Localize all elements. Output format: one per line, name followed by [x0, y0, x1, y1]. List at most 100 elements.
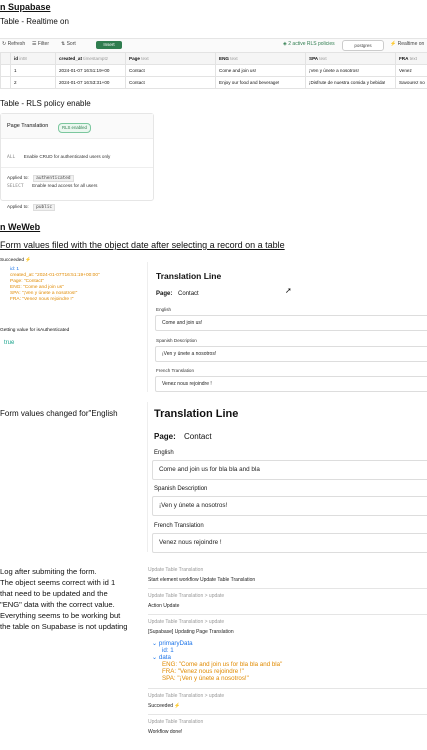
table-row[interactable]: 2 2024-01-07 16:53:31+00 Contact Enjoy o…: [0, 76, 427, 89]
spanish-input[interactable]: ¡Ven y únete a nosotros!: [155, 346, 427, 362]
refresh-button[interactable]: ↻ Refresh: [2, 41, 25, 47]
realtime-subheading: Table - Realtime on: [0, 17, 69, 26]
sort-label: Sort: [66, 41, 76, 47]
french-input[interactable]: Venez nous rejoindre !: [152, 533, 427, 553]
log-entry-text: Start element workflow Update Table Tran…: [148, 577, 256, 583]
getting-value-label: Getting value for isAuthenticated: [0, 328, 70, 333]
log-divider: [148, 688, 427, 689]
note-line: that need to be updated and the: [0, 589, 108, 598]
changed-heading: Form values changed for"English: [0, 409, 118, 418]
page-value: Contact: [184, 432, 212, 441]
column-header-eng[interactable]: ENG text: [215, 52, 306, 65]
spanish-label: Spanish Description: [156, 338, 197, 343]
row-checkbox[interactable]: [0, 64, 11, 77]
refresh-label: Refresh: [7, 41, 26, 47]
log-entry-title: Update Table Translation: [148, 567, 204, 573]
cell-id[interactable]: 2: [10, 76, 56, 89]
cell-created-at[interactable]: 2024-01-07 16:53:31+00: [55, 76, 126, 89]
supabase-heading: n Supabase: [0, 2, 51, 12]
filter-button[interactable]: ☰ Filter: [32, 41, 49, 47]
column-header-id[interactable]: id int8: [10, 52, 56, 65]
realtime-icon: ⚡: [390, 41, 397, 47]
rls-enabled-badge: RLS enabled: [58, 123, 91, 133]
spanish-input-value: ¡Ven y únete a nosotros!: [159, 502, 228, 509]
shield-icon: ◈: [283, 41, 287, 47]
weweb-heading: n WeWeb: [0, 222, 41, 232]
log-entry: Update Table Translation > update Action…: [148, 593, 427, 609]
spanish-input-value: ¡Ven y únete a nosotros!: [162, 351, 217, 357]
log-entry: Update Table Translation > update [Supab…: [148, 619, 427, 635]
data-line: FRA: "Venez nous rejoindre !": [162, 668, 244, 675]
rls-policies-label: 2 active RLS policies: [288, 41, 335, 47]
column-header-page[interactable]: Page text: [125, 52, 216, 65]
row-checkbox[interactable]: [0, 76, 11, 89]
filter-icon: ☰: [32, 41, 37, 47]
french-input-value: Venez nous rejoindre !: [159, 539, 222, 546]
getting-value-result: true: [4, 340, 15, 346]
english-input[interactable]: Come and join us!: [155, 315, 427, 331]
log-entry-title: Update Table Translation > update: [148, 693, 225, 699]
cell-fra[interactable]: Venez: [395, 64, 427, 77]
cell-spa[interactable]: ¡Ven y únete a nosotros!: [305, 64, 396, 77]
log-entry-text: Workflow done!: [148, 729, 183, 735]
policy-command: SELECT: [7, 184, 24, 189]
cell-page[interactable]: Contact: [125, 64, 216, 77]
data-line: ENG: "Come and join us for bla bla and b…: [162, 661, 283, 668]
page-label: Page:: [156, 291, 173, 297]
applied-label: Applied to:: [7, 204, 29, 209]
form-title: Translation Line: [156, 271, 222, 281]
sort-icon: ⇅: [61, 41, 66, 47]
page-row: Page: Contact: [156, 291, 199, 297]
cell-id[interactable]: 1: [10, 64, 56, 77]
succeeded-label: Succeeded ⚡: [0, 258, 32, 263]
spanish-input[interactable]: ¡Ven y únete a nosotros!: [152, 496, 427, 516]
role-selector[interactable]: postgres: [342, 40, 384, 51]
realtime-toggle[interactable]: ⚡ Realtime on: [390, 41, 424, 47]
checkbox-header[interactable]: [0, 52, 11, 65]
english-label: English: [156, 307, 172, 312]
object-line: FRA: "Venez nous rejoindre !": [10, 297, 74, 302]
column-header-spa[interactable]: SPA text: [305, 52, 396, 65]
english-input[interactable]: Come and join us for bla bla and bla: [152, 460, 427, 480]
realtime-label: Realtime on: [397, 41, 425, 47]
log-entry-text: [Supabase] Updating Page Translation: [148, 629, 234, 635]
rls-subheading: Table - RLS policy enable: [0, 99, 91, 108]
rls-card-title: Page Translation: [7, 123, 49, 129]
log-entry-title: Update Table Translation > update: [148, 619, 225, 625]
english-label: English: [154, 450, 174, 456]
french-input[interactable]: Venez nous rejoindre !: [155, 376, 427, 392]
cell-created-at[interactable]: 2024-01-07 16:51:19+00: [55, 64, 126, 77]
rls-policies-link[interactable]: ◈ 2 active RLS policies: [283, 41, 335, 47]
log-entry: Update Table Translation > update Succee…: [148, 693, 427, 709]
page-label: Page:: [154, 432, 176, 441]
spanish-label: Spanish Description: [154, 486, 208, 492]
data-key[interactable]: ⌄ data: [152, 654, 427, 661]
cell-eng[interactable]: Enjoy our food and beverage!: [215, 76, 306, 89]
log-entry-title: Update Table Translation > update: [148, 593, 225, 599]
object-log: Succeeded ⚡ id: 1 created_at: "2024-01-0…: [0, 258, 140, 303]
log-entry-title: Update Table Translation: [148, 719, 204, 725]
translation-form: Translation Line Page: Contact English C…: [147, 262, 427, 392]
cell-page[interactable]: Contact: [125, 76, 216, 89]
french-label: French Translation: [154, 523, 204, 529]
table-toolbar: ↻ Refresh ☰ Filter ⇅ Sort Insert ◈ 2 act…: [0, 38, 427, 53]
note-line: Everything seems to be working but: [0, 611, 121, 620]
cell-fra[interactable]: Savourez no: [395, 76, 427, 89]
cell-eng[interactable]: Come and join us!: [215, 64, 306, 77]
french-label: French Translation: [156, 368, 195, 373]
cell-spa[interactable]: ¡Disfrute de nuestra comida y bebida!: [305, 76, 396, 89]
policy-row[interactable]: SELECT Enable read access for all users …: [7, 174, 149, 213]
weweb-subheading: Form values filed with the object date a…: [0, 240, 285, 250]
log-entry: Update Table Translation Workflow done!: [148, 719, 427, 735]
table-row[interactable]: 1 2024-01-07 16:51:19+00 Contact Come an…: [0, 64, 427, 77]
sort-button[interactable]: ⇅ Sort: [61, 41, 76, 47]
role-chip: public: [33, 204, 56, 211]
bolt-icon: ⚡: [174, 703, 181, 709]
insert-button[interactable]: Insert: [96, 41, 122, 49]
column-header-created-at[interactable]: created_at timestamptz: [55, 52, 126, 65]
column-header-fra[interactable]: FRA text: [395, 52, 427, 65]
chevron-down-icon: ⌄: [152, 654, 158, 661]
payload-tree: ⌄ primaryData id: 1 ⌄ data ENG: "Come an…: [152, 640, 427, 682]
workflow-log: Update Table Translation Start element w…: [148, 567, 427, 735]
primary-data-key[interactable]: ⌄ primaryData: [152, 640, 427, 647]
